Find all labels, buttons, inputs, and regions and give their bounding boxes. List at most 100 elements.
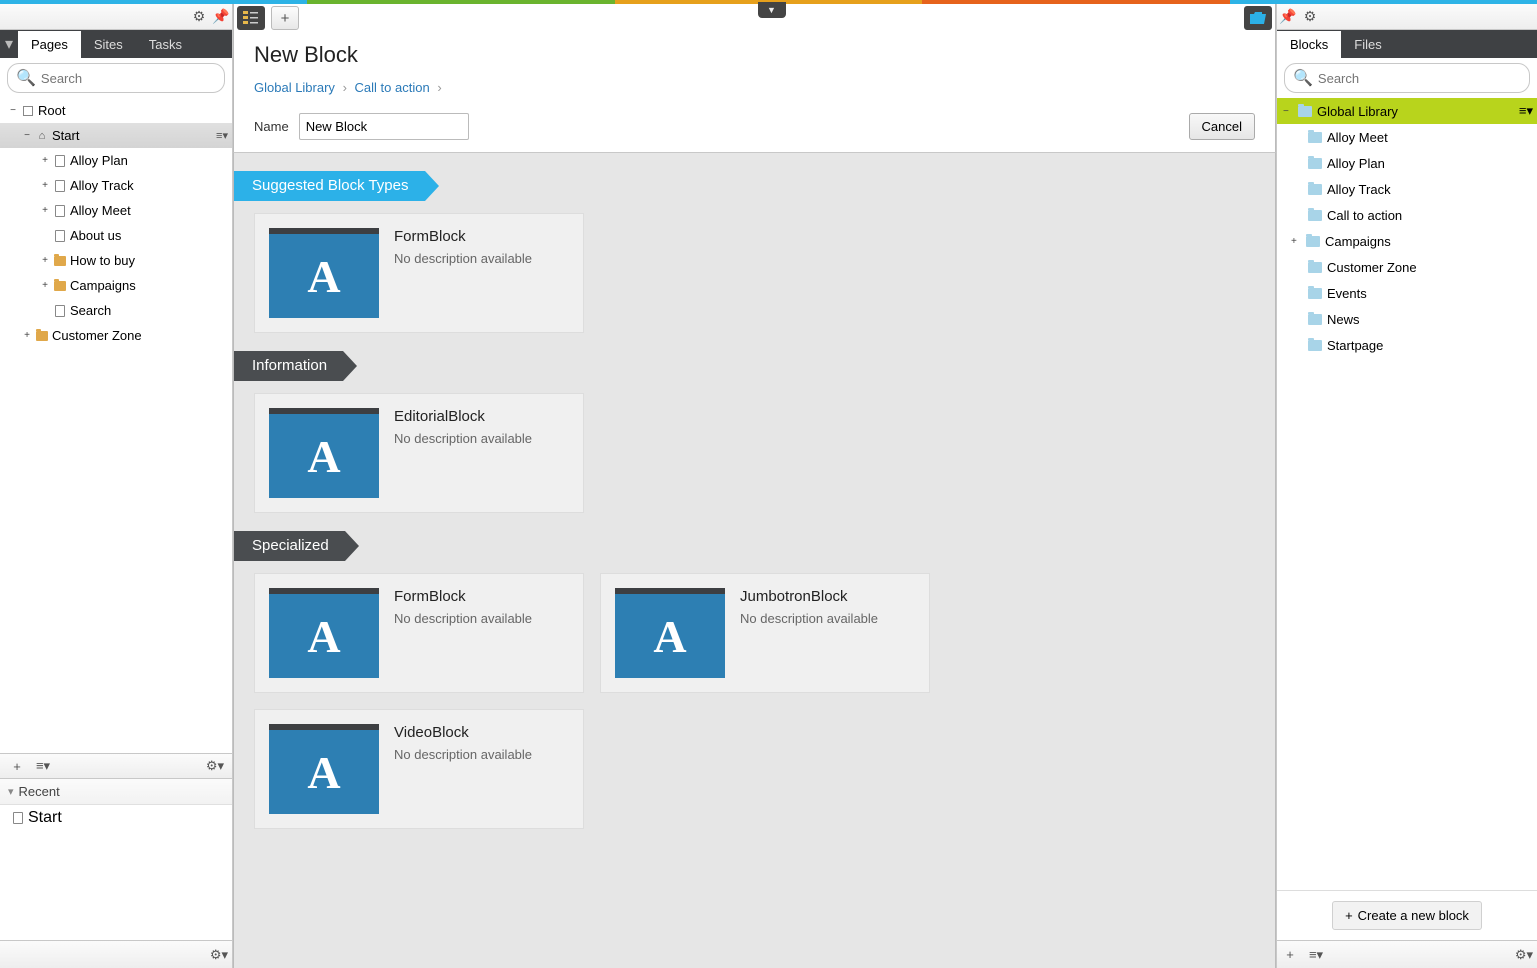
left-panel: ⚙ 📌 ▾ PagesSitesTasks 🔍 − Root −⌂ Start … (0, 4, 233, 968)
tree-label: Campaigns (1325, 234, 1391, 249)
folder-icon (1308, 158, 1322, 169)
tree-label: Alloy Meet (70, 203, 131, 218)
folder-open-button[interactable] (1244, 6, 1272, 30)
context-menu-icon[interactable]: ≡▾ (216, 129, 228, 142)
tree-customer-zone[interactable]: + Customer Zone (0, 323, 232, 348)
category-header: Information (234, 351, 343, 381)
chevron-right-icon: › (437, 80, 441, 95)
folder-icon (1308, 184, 1322, 195)
pin-icon[interactable]: 📌 (1277, 6, 1299, 28)
block-type-card[interactable]: AEditorialBlockNo description available (254, 393, 584, 513)
search-input[interactable] (1318, 71, 1521, 86)
block-title: JumbotronBlock (740, 588, 878, 605)
tab-blocks[interactable]: Blocks (1277, 30, 1341, 58)
tree-label: Start (52, 128, 79, 143)
context-menu-icon[interactable]: ≡▾ (1519, 103, 1533, 119)
tree-label: Startpage (1327, 338, 1383, 353)
tree-label: Customer Zone (52, 328, 142, 343)
tab-files[interactable]: Files (1341, 30, 1394, 58)
blocks-tree-item[interactable]: Events (1277, 280, 1537, 306)
blocks-tree-item[interactable]: Alloy Track (1277, 176, 1537, 202)
block-thumbnail: A (269, 228, 379, 318)
flyout-toggle[interactable]: ▼ (758, 2, 786, 18)
cancel-button[interactable]: Cancel (1189, 113, 1255, 140)
gear-icon[interactable]: ⚙ (1299, 6, 1321, 28)
name-field-row: Name Cancel (254, 113, 1255, 140)
chevron-down-icon: ▾ (8, 785, 14, 798)
block-description: No description available (740, 611, 878, 626)
tree-item[interactable]: +How to buy (0, 248, 232, 273)
folder-icon (1308, 340, 1322, 351)
tree-toggle-button[interactable] (237, 6, 265, 30)
right-bottom-toolbar: + ≡▾ ⚙▾ (1277, 940, 1537, 968)
tab-sites[interactable]: Sites (81, 30, 136, 58)
tree-item[interactable]: +Campaigns (0, 273, 232, 298)
tree-item[interactable]: Search (0, 298, 232, 323)
tree-label: Campaigns (70, 278, 136, 293)
list-button[interactable]: ≡▾ (1303, 944, 1329, 966)
recent-item[interactable]: Start (0, 805, 232, 830)
blocks-tree-item[interactable]: Startpage (1277, 332, 1537, 358)
breadcrumb: Global Library › Call to action › (254, 80, 1255, 95)
page-icon (55, 305, 65, 317)
tree-item[interactable]: +Alloy Plan (0, 148, 232, 173)
blocks-tree: − Global Library ≡▾ Alloy MeetAlloy Plan… (1277, 98, 1537, 398)
block-description: No description available (394, 747, 532, 762)
page-icon (55, 155, 65, 167)
gear-icon[interactable]: ⚙ (188, 6, 210, 28)
block-title: EditorialBlock (394, 408, 532, 425)
tree-item[interactable]: +Alloy Track (0, 173, 232, 198)
folder-icon (1308, 288, 1322, 299)
page-title: New Block (254, 42, 1255, 68)
gear-icon[interactable]: ⚙▾ (1511, 944, 1537, 966)
tab-tasks[interactable]: Tasks (136, 30, 195, 58)
tree-label: Search (70, 303, 111, 318)
chevron-down-icon[interactable]: ▾ (0, 30, 18, 58)
list-button[interactable]: ≡▾ (30, 755, 56, 777)
blocks-tree-item[interactable]: +Campaigns (1277, 228, 1537, 254)
blocks-tree-item[interactable]: Alloy Meet (1277, 124, 1537, 150)
name-label: Name (254, 119, 289, 134)
gear-icon[interactable]: ⚙▾ (202, 755, 228, 777)
pin-icon[interactable]: 📌 (210, 6, 232, 28)
add-button[interactable]: + (4, 755, 30, 777)
add-button[interactable]: + (271, 6, 299, 30)
tree-start[interactable]: −⌂ Start ≡▾ (0, 123, 232, 148)
breadcrumb-item[interactable]: Global Library (254, 80, 335, 95)
block-type-card[interactable]: AFormBlockNo description available (254, 573, 584, 693)
search-container: 🔍 (0, 58, 232, 98)
create-block-label: Create a new block (1358, 908, 1469, 923)
recent-header[interactable]: ▾ Recent (0, 779, 232, 805)
block-type-card[interactable]: AJumbotronBlockNo description available (600, 573, 930, 693)
search-input[interactable] (41, 71, 217, 86)
block-type-card[interactable]: AFormBlockNo description available (254, 213, 584, 333)
create-area: + Create a new block (1277, 398, 1537, 940)
right-tabs: BlocksFiles (1277, 30, 1537, 58)
create-block-button[interactable]: + Create a new block (1332, 901, 1482, 930)
folder-icon (54, 256, 66, 266)
blocks-tree-item[interactable]: Alloy Plan (1277, 150, 1537, 176)
tree-label: How to buy (70, 253, 135, 268)
tree-root[interactable]: − Root (0, 98, 232, 123)
tree-label: Root (38, 103, 65, 118)
folder-icon (1308, 314, 1322, 325)
tree-label: Events (1327, 286, 1367, 301)
tree-item[interactable]: +Alloy Meet (0, 198, 232, 223)
block-type-list: Suggested Block TypesAFormBlockNo descri… (233, 153, 1276, 968)
page-icon (55, 230, 65, 242)
tab-pages[interactable]: Pages (18, 30, 81, 58)
tree-item[interactable]: About us (0, 223, 232, 248)
tree-label: Alloy Plan (70, 153, 128, 168)
add-button[interactable]: + (1277, 944, 1303, 966)
name-input[interactable] (299, 113, 469, 140)
tree-root-global-library[interactable]: − Global Library ≡▾ (1277, 98, 1537, 124)
gear-icon[interactable]: ⚙▾ (206, 944, 232, 966)
tree-label: Alloy Track (70, 178, 134, 193)
block-type-card[interactable]: AVideoBlockNo description available (254, 709, 584, 829)
block-thumbnail: A (269, 408, 379, 498)
blocks-tree-item[interactable]: Call to action (1277, 202, 1537, 228)
blocks-tree-item[interactable]: News (1277, 306, 1537, 332)
blocks-tree-item[interactable]: Customer Zone (1277, 254, 1537, 280)
breadcrumb-item[interactable]: Call to action (355, 80, 430, 95)
tree-label: Global Library (1317, 104, 1398, 119)
